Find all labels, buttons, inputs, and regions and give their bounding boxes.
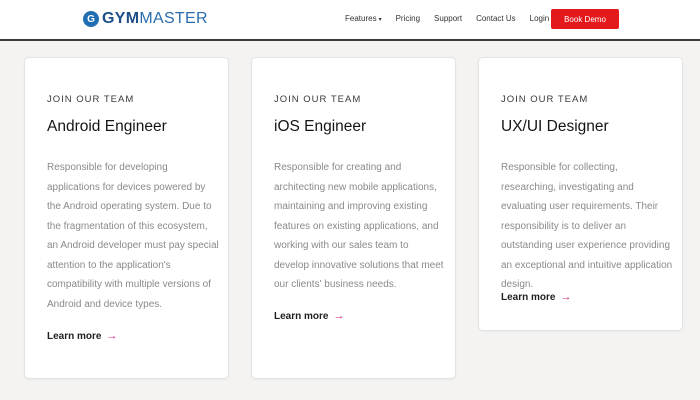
- top-navbar: G GYMMASTER Features ▾ Pricing Support Co…: [0, 0, 700, 41]
- learn-more-label: Learn more: [47, 330, 102, 342]
- gymmaster-logo[interactable]: G GYMMASTER: [83, 9, 208, 29]
- nav-pricing[interactable]: Pricing: [396, 14, 420, 23]
- nav-login[interactable]: Login: [530, 14, 550, 23]
- learn-more-label: Learn more: [501, 291, 556, 303]
- card-title: iOS Engineer: [274, 118, 367, 135]
- learn-more-label: Learn more: [274, 310, 329, 322]
- learn-more-link[interactable]: Learn more →: [501, 291, 571, 303]
- book-demo-button[interactable]: Book Demo: [551, 9, 619, 29]
- card-eyebrow: JOIN OUR TEAM: [47, 94, 135, 105]
- arrow-right-icon: →: [106, 330, 118, 342]
- card-eyebrow: JOIN OUR TEAM: [501, 94, 589, 105]
- card-title: Android Engineer: [47, 118, 167, 135]
- learn-more-link[interactable]: Learn more →: [47, 330, 117, 342]
- nav-support[interactable]: Support: [434, 14, 462, 23]
- nav-features-label: Features: [345, 14, 377, 23]
- logo-suffix: MASTER: [139, 10, 208, 27]
- logo-mark-icon: G: [83, 11, 99, 27]
- arrow-right-icon: →: [333, 310, 345, 322]
- nav-features[interactable]: Features ▾: [345, 14, 382, 23]
- card-eyebrow: JOIN OUR TEAM: [274, 94, 362, 105]
- nav-contact-us[interactable]: Contact Us: [476, 14, 516, 23]
- logo-prefix: GYM: [102, 10, 140, 27]
- arrow-right-icon: →: [560, 291, 572, 303]
- card-description: Responsible for creating and architectin…: [274, 162, 444, 290]
- job-card-ios: JOIN OUR TEAM iOS Engineer Responsible f…: [251, 57, 456, 379]
- main-nav: Features ▾ Pricing Support Contact Us Log…: [345, 14, 563, 23]
- card-title: UX/UI Designer: [501, 118, 609, 135]
- card-description: Responsible for developing applications …: [47, 162, 219, 310]
- chevron-down-icon: ▾: [378, 17, 382, 23]
- job-card-android: JOIN OUR TEAM Android Engineer Responsib…: [24, 57, 229, 379]
- logo-wordmark: GYMMASTER: [102, 10, 208, 28]
- job-card-ux-ui: JOIN OUR TEAM UX/UI Designer Responsible…: [478, 57, 683, 331]
- card-description: Responsible for collecting, researching,…: [501, 162, 673, 290]
- learn-more-link[interactable]: Learn more →: [274, 310, 344, 322]
